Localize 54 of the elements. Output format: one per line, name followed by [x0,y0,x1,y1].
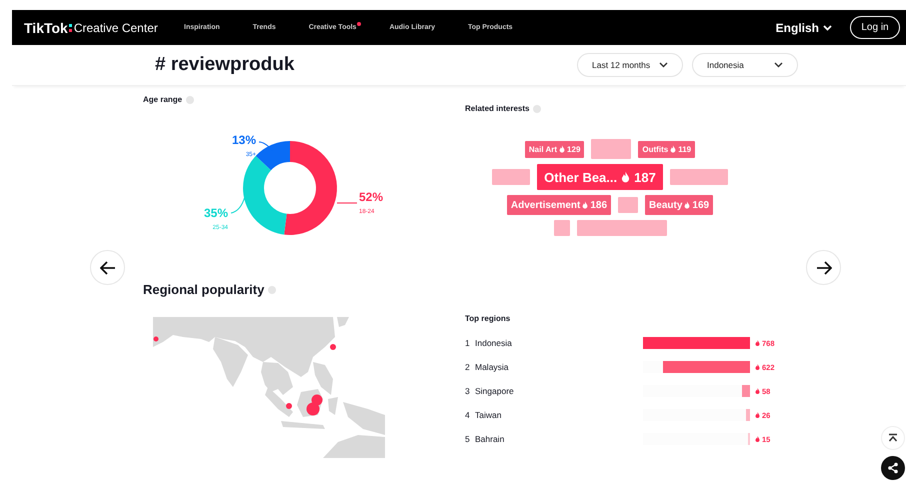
rank-number: 2 [465,362,471,372]
language-selector[interactable]: English [776,20,832,34]
flame-icon [755,388,760,394]
previous-arrow-button[interactable] [90,250,125,285]
percentage-label: 13% [232,133,256,147]
flame-icon [755,436,760,442]
section-title: Related interests [465,104,530,113]
region-name: Malaysia [475,362,510,372]
flame-icon [582,201,588,209]
interest-tag[interactable]: Other Bea... 187 [537,164,663,190]
arrow-right-icon [816,260,832,274]
section-title: Top regions [465,314,512,323]
chevron-down-icon [659,62,668,68]
flame-icon [755,340,760,346]
next-arrow-button[interactable] [806,250,841,285]
flame-icon [755,412,760,418]
flame-icon [684,201,690,209]
flame-icon [621,171,630,183]
filter-dropdown[interactable]: Last 12 months [577,53,683,77]
flame-icon [755,364,760,370]
flame-icon [559,145,566,153]
rank-number: 5 [465,434,471,444]
chevron-down-icon [823,24,832,30]
region-name: Indonesia [475,338,513,348]
rank-number: 3 [465,386,471,396]
scroll-to-top-button[interactable] [881,426,905,450]
scroll-to-top-icon [888,433,898,443]
rank-number: 1 [465,338,471,348]
logo-mark-icon [68,22,73,32]
arrow-left-icon [100,260,116,274]
interest-placeholder [591,139,632,159]
interest-placeholder [618,197,638,213]
interest-placeholder [492,169,530,185]
interest-placeholder [670,169,728,185]
chevron-down-icon [774,62,783,68]
flame-icon [670,145,676,153]
share-button[interactable] [881,456,905,480]
percentage-label: 52% [359,190,384,204]
percentage-label: 35% [204,206,228,220]
leader-line [230,196,246,214]
leader-line [336,202,358,204]
hashtag-title: # reviewproduk [155,54,294,76]
region-name: Bahrain [475,434,506,444]
logo-brand[interactable]: TikTok [24,20,68,36]
region-name: Taiwan [475,410,502,420]
logo-product[interactable]: Creative Center [74,20,158,34]
share-icon [887,462,899,474]
login-button[interactable]: Log in [850,16,900,39]
section-title: Age range [143,95,182,104]
section-title: Regional popularity [143,282,264,297]
filter-dropdown[interactable]: Indonesia [692,53,798,77]
region-name: Singapore [475,386,515,396]
interest-placeholder [554,220,570,236]
rank-number: 4 [465,410,471,420]
